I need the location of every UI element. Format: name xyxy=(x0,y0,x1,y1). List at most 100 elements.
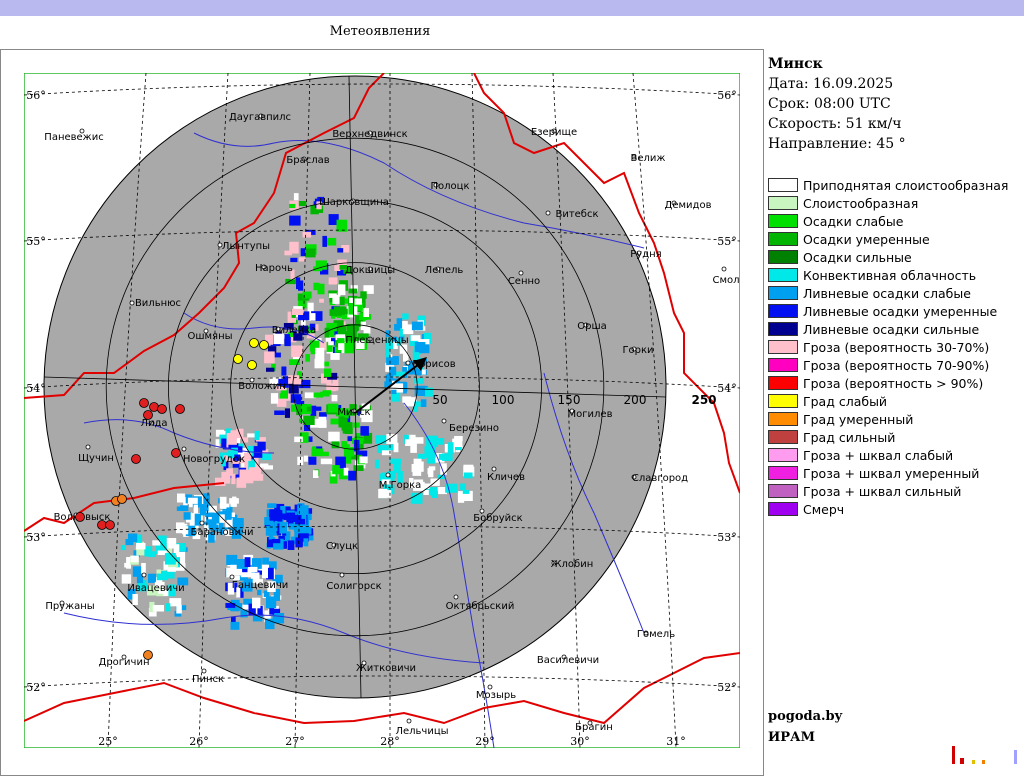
echo-cell xyxy=(182,526,189,535)
legend-item: Смерч xyxy=(768,500,1008,518)
legend-item: Приподнятая слоистообразная xyxy=(768,176,1008,194)
city-label: Лида xyxy=(140,418,167,429)
echo-cell xyxy=(289,215,301,226)
legend-label: Приподнятая слоистообразная xyxy=(803,177,1009,193)
echo-cell xyxy=(375,435,387,444)
echo-cell xyxy=(276,398,287,407)
echo-cell xyxy=(269,607,275,615)
echo-cell xyxy=(421,369,426,375)
echo-cell xyxy=(230,621,240,630)
city-label: Барановичи xyxy=(191,527,254,538)
mini-bar xyxy=(972,760,975,764)
legend-swatch xyxy=(768,502,798,516)
echo-cell xyxy=(244,557,251,567)
city-label: Ошмяны xyxy=(187,331,232,342)
city-label: Новогрудок xyxy=(183,454,245,465)
legend-swatch xyxy=(768,484,798,498)
echo-cell xyxy=(463,464,474,473)
echo-cell xyxy=(221,438,227,448)
echo-cell xyxy=(144,546,153,557)
echo-cell xyxy=(393,442,399,453)
legend-label: Смерч xyxy=(803,501,845,517)
city-label: Воложин xyxy=(238,381,286,392)
legend-item: Ливневые осадки умеренные xyxy=(768,302,1008,320)
mini-bar-chart xyxy=(938,730,1024,764)
city-label: Витебск xyxy=(555,209,598,220)
echo-cell xyxy=(348,470,356,481)
legend-item: Гроза + шквал слабый xyxy=(768,446,1008,464)
footer: pogoda.by ИРАМ xyxy=(768,706,842,748)
legend-swatch xyxy=(768,376,798,390)
city-label: Орша xyxy=(577,321,607,332)
city-label: Березино xyxy=(449,423,499,434)
echo-cell xyxy=(410,335,421,341)
echo-cell xyxy=(166,603,171,612)
echo-cell xyxy=(152,605,164,612)
echo-cell xyxy=(230,568,243,576)
echo-cell xyxy=(452,438,463,447)
echo-cell xyxy=(302,231,312,238)
city-label: Полоцк xyxy=(431,181,470,192)
echo-cell xyxy=(313,392,324,398)
legend-label: Конвективная облачность xyxy=(803,267,977,283)
echo-cell xyxy=(410,442,417,453)
title-bar xyxy=(0,0,1024,16)
echo-cell xyxy=(152,540,161,546)
legend-item: Гроза + шквал умеренный xyxy=(768,464,1008,482)
city-label: Пинск xyxy=(192,674,224,685)
echo-cell xyxy=(305,354,310,362)
echo-cell xyxy=(260,453,271,460)
lat-label: 53° xyxy=(26,531,46,544)
echo-cell xyxy=(193,504,198,514)
legend-label: Гроза (вероятность 70-90%) xyxy=(803,357,990,373)
echo-cell xyxy=(136,542,146,550)
city-label: Велиж xyxy=(631,153,666,164)
legend-label: Гроза + шквал сильный xyxy=(803,483,962,499)
city-label: Вилейка xyxy=(272,325,317,336)
storm-marker xyxy=(117,494,127,504)
city-label: Ганцевичи xyxy=(232,580,289,591)
legend-label: Осадки умеренные xyxy=(803,231,930,247)
storm-marker xyxy=(175,404,185,414)
storm-marker xyxy=(247,360,257,370)
echo-cell xyxy=(274,410,285,415)
echo-cell xyxy=(290,394,302,403)
echo-cell xyxy=(360,291,367,299)
echo-cell xyxy=(262,567,268,579)
echo-cell xyxy=(328,277,338,285)
echo-cell xyxy=(281,366,287,376)
legend-item: Ливневые осадки сильные xyxy=(768,320,1008,338)
echo-cell xyxy=(348,303,354,315)
echo-cell xyxy=(410,492,423,504)
mini-bar xyxy=(982,760,985,764)
city-label: Солигорск xyxy=(326,581,381,592)
echo-cell xyxy=(239,469,251,482)
echo-cell xyxy=(393,462,401,473)
city-label: Мозырь xyxy=(476,690,516,701)
echo-cell xyxy=(167,567,176,572)
legend-label: Гроза + шквал умеренный xyxy=(803,465,980,481)
city-label: Василевичи xyxy=(537,655,599,666)
echo-cell xyxy=(120,545,126,551)
echo-cell xyxy=(337,338,345,344)
legend-label: Ливневые осадки слабые xyxy=(803,285,971,301)
city-label: Смол xyxy=(712,275,739,286)
echo-cell xyxy=(187,497,198,504)
org-label: ИРАМ xyxy=(768,730,816,745)
echo-cell xyxy=(284,408,290,418)
city-label: Слуцк xyxy=(326,541,358,552)
city-label: Сенно xyxy=(508,276,540,287)
echo-cell xyxy=(347,436,353,442)
echo-cell xyxy=(311,406,322,411)
city-label: Щучин xyxy=(78,453,114,464)
echo-cell xyxy=(279,522,287,534)
legend-swatch xyxy=(768,340,798,354)
city-marker xyxy=(141,572,147,578)
echo-cell xyxy=(230,499,237,507)
echo-cell xyxy=(438,454,449,460)
city-marker xyxy=(385,472,391,478)
echo-cell xyxy=(320,458,333,465)
echo-cell xyxy=(177,493,185,503)
echo-cell xyxy=(339,296,345,306)
echo-cell xyxy=(225,603,236,608)
